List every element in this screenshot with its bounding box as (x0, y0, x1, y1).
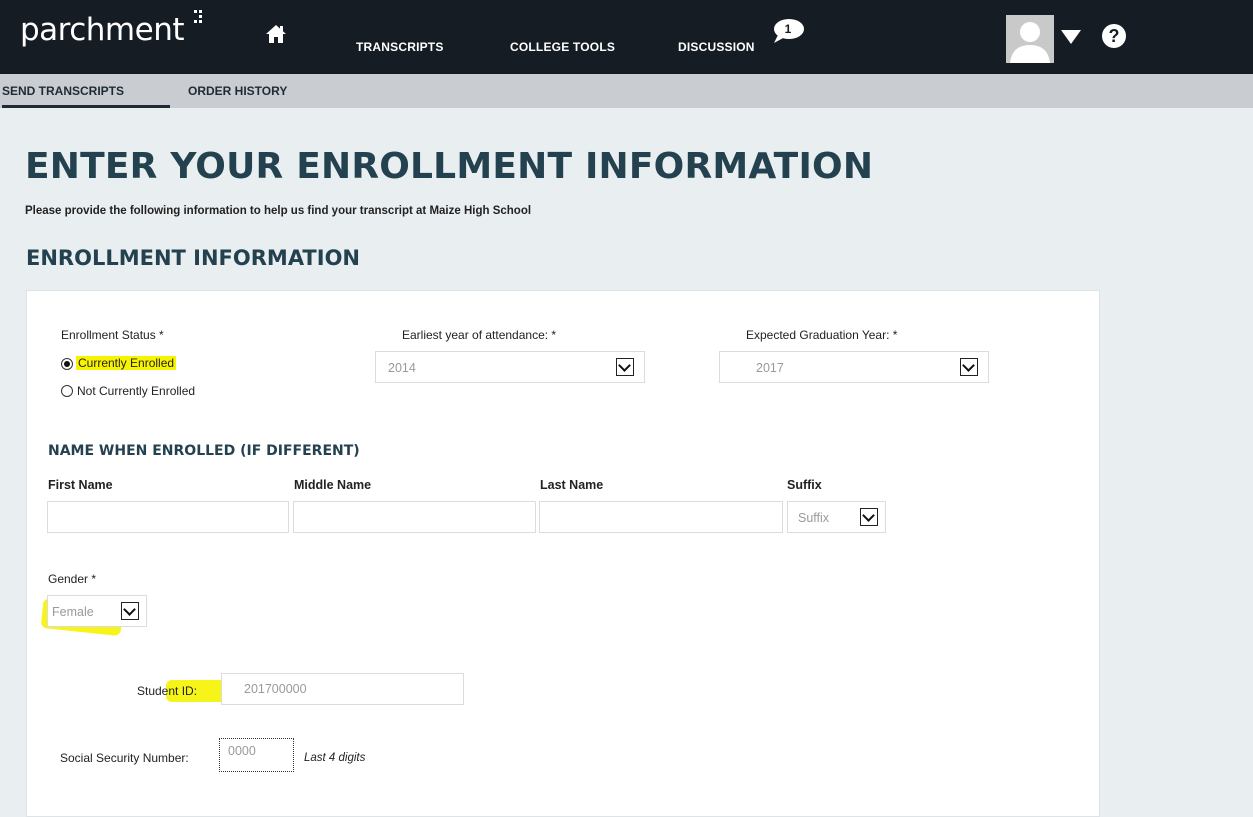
graduation-year-value: 2017 (756, 361, 784, 375)
active-tab-indicator (2, 105, 170, 108)
currently-enrolled-label[interactable]: Currently Enrolled (76, 356, 177, 370)
suffix-value: Suffix (798, 511, 830, 525)
caret-down-icon[interactable] (1061, 30, 1081, 44)
graduation-year-select[interactable]: 2017 (719, 351, 989, 383)
gender-value: Female (52, 605, 94, 619)
name-section-title: NAME WHEN ENROLLED (IF DIFFERENT) (48, 443, 360, 459)
nav-college-tools[interactable]: COLLEGE TOOLS (510, 40, 615, 54)
top-navbar: parchment TRANSCRIPTS COLLEGE TOOLS DISC… (0, 0, 1253, 74)
last-name-input[interactable] (539, 501, 783, 533)
tab-send-transcripts[interactable]: SEND TRANSCRIPTS (2, 84, 124, 98)
discussion-badge: 1 (784, 22, 792, 36)
earliest-year-label: Earliest year of attendance: * (402, 328, 557, 342)
page-title: ENTER YOUR ENROLLMENT INFORMATION (25, 146, 874, 187)
avatar[interactable] (1006, 15, 1054, 63)
gender-select[interactable]: Female (47, 595, 147, 627)
enrollment-status-label: Enrollment Status * (61, 328, 164, 342)
radio-currently-enrolled[interactable] (61, 358, 73, 370)
suffix-select[interactable]: Suffix (787, 501, 886, 533)
sub-navbar: SEND TRANSCRIPTS ORDER HISTORY (0, 74, 1253, 108)
ssn-hint: Last 4 digits (304, 752, 366, 764)
earliest-year-select[interactable]: 2014 (375, 351, 645, 383)
student-id-label: Student ID: (137, 684, 198, 698)
ssn-input[interactable]: 0000 (219, 738, 294, 772)
middle-name-input[interactable] (293, 501, 536, 533)
radio-not-currently-enrolled[interactable] (61, 385, 73, 397)
first-name-input[interactable] (47, 501, 289, 533)
tab-order-history[interactable]: ORDER HISTORY (188, 84, 287, 98)
first-name-label: First Name (48, 478, 113, 492)
help-icon[interactable]: ? (1102, 24, 1126, 48)
nav-transcripts[interactable]: TRANSCRIPTS (356, 40, 444, 54)
section-title: ENROLLMENT INFORMATION (26, 246, 361, 270)
chevron-down-icon (121, 602, 139, 620)
chevron-down-icon (616, 358, 634, 376)
earliest-year-value: 2014 (388, 361, 416, 375)
user-silhouette-icon (1010, 22, 1050, 63)
gender-label: Gender * (48, 572, 97, 586)
not-currently-enrolled-label[interactable]: Not Currently Enrolled (77, 384, 195, 398)
suffix-label: Suffix (787, 478, 822, 492)
intro-text: Please provide the following information… (25, 205, 532, 217)
graduation-year-label: Expected Graduation Year: * (746, 328, 898, 342)
student-id-value: 201700000 (244, 682, 307, 696)
parchment-logo[interactable]: parchment (20, 12, 185, 48)
chevron-down-icon (960, 358, 978, 376)
chevron-down-icon (860, 508, 878, 526)
nav-discussion[interactable]: DISCUSSION (678, 40, 755, 54)
home-icon[interactable] (264, 22, 288, 46)
student-id-input[interactable]: 201700000 (221, 673, 464, 705)
ssn-value: 0000 (228, 744, 256, 758)
middle-name-label: Middle Name (294, 478, 372, 492)
last-name-label: Last Name (540, 478, 604, 492)
ssn-label: Social Security Number: (60, 751, 189, 765)
logo-dots-icon (194, 10, 204, 26)
